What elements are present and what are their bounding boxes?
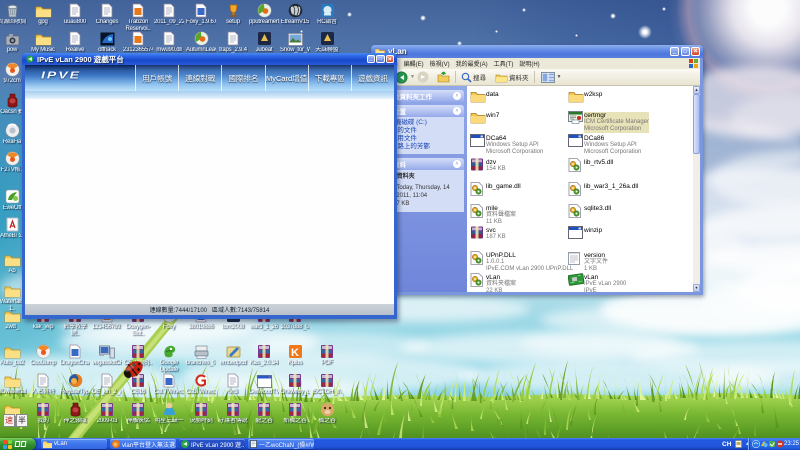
svg-text:K: K [291, 347, 299, 359]
